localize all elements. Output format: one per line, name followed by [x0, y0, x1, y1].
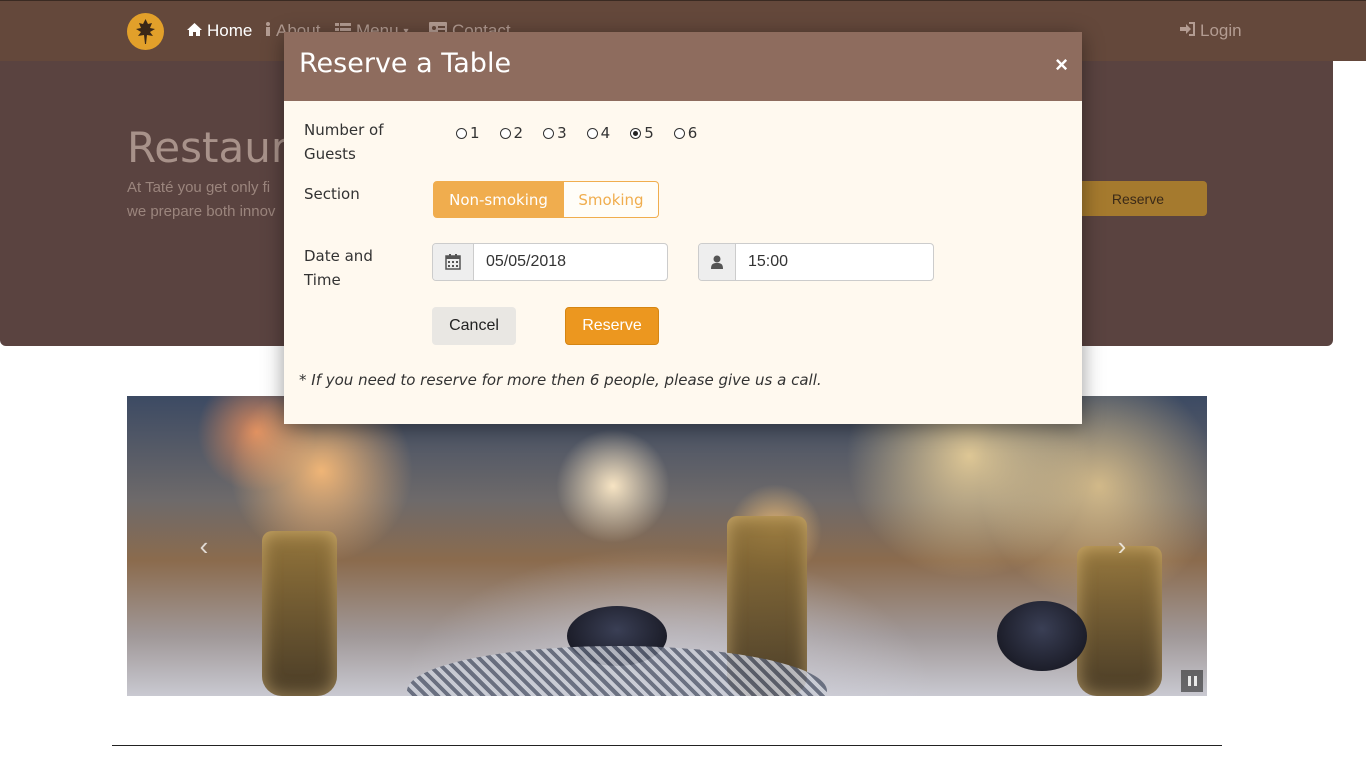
- image-carousel: ‹ ›: [127, 396, 1207, 696]
- modal-header: Reserve a Table ×: [284, 32, 1082, 101]
- carousel-next-button[interactable]: ›: [1107, 531, 1137, 561]
- hero-text-line: we prepare both innov: [127, 203, 276, 220]
- large-party-note: * If you need to reserve for more then 6…: [299, 371, 822, 389]
- carousel-photo-glass: [1077, 546, 1162, 696]
- nav-home[interactable]: Home: [187, 21, 252, 41]
- guests-option-1[interactable]: 1: [456, 124, 480, 142]
- carousel-prev-button[interactable]: ‹: [189, 531, 219, 561]
- guests-option-4[interactable]: 4: [586, 124, 610, 142]
- reserve-modal: Reserve a Table × Number of Guests 1 2 3…: [284, 32, 1082, 424]
- user-icon: [699, 244, 736, 280]
- hero-description: At Taté you get only fi we prepare both …: [127, 176, 287, 224]
- carousel-photo-bowl: [997, 601, 1087, 671]
- footer-divider: [112, 745, 1222, 746]
- guests-label: Number of Guests: [304, 121, 384, 163]
- guests-option-6[interactable]: 6: [673, 124, 697, 142]
- guests-radio-group: 1 2 3 4 5 6: [456, 124, 717, 142]
- section-label: Section: [304, 185, 360, 203]
- guests-option-2[interactable]: 2: [499, 124, 523, 142]
- calendar-icon: [433, 244, 474, 280]
- datetime-label: Date and Time: [304, 247, 373, 289]
- guests-option-5[interactable]: 5: [630, 124, 654, 142]
- reserve-button[interactable]: Reserve: [565, 307, 659, 345]
- sign-in-icon: [1180, 21, 1195, 41]
- info-icon: [265, 21, 271, 41]
- carousel-photo-glass: [262, 531, 337, 696]
- carousel-pause-button[interactable]: [1181, 670, 1203, 692]
- login-link[interactable]: Login: [1180, 21, 1242, 41]
- time-field[interactable]: 15:00: [736, 244, 933, 280]
- date-input-group: 05/05/2018: [432, 243, 668, 281]
- leaf-icon: [136, 19, 155, 44]
- restaurant-logo[interactable]: [127, 13, 164, 50]
- login-label: Login: [1200, 21, 1242, 40]
- home-icon: [187, 21, 202, 41]
- nav-home-label: Home: [207, 21, 253, 40]
- pause-icon: [1187, 676, 1191, 686]
- close-button[interactable]: ×: [1055, 54, 1068, 76]
- non-smoking-button[interactable]: Non-smoking: [433, 181, 564, 218]
- modal-title: Reserve a Table: [299, 48, 512, 79]
- date-field[interactable]: 05/05/2018: [474, 244, 667, 280]
- smoking-button[interactable]: Smoking: [564, 181, 659, 218]
- hero-text-line: At Taté you get only fi: [127, 179, 271, 196]
- section-toggle: Non-smoking Smoking: [433, 181, 659, 218]
- time-input-group: 15:00: [698, 243, 934, 281]
- guests-option-3[interactable]: 3: [543, 124, 567, 142]
- cancel-button[interactable]: Cancel: [432, 307, 516, 345]
